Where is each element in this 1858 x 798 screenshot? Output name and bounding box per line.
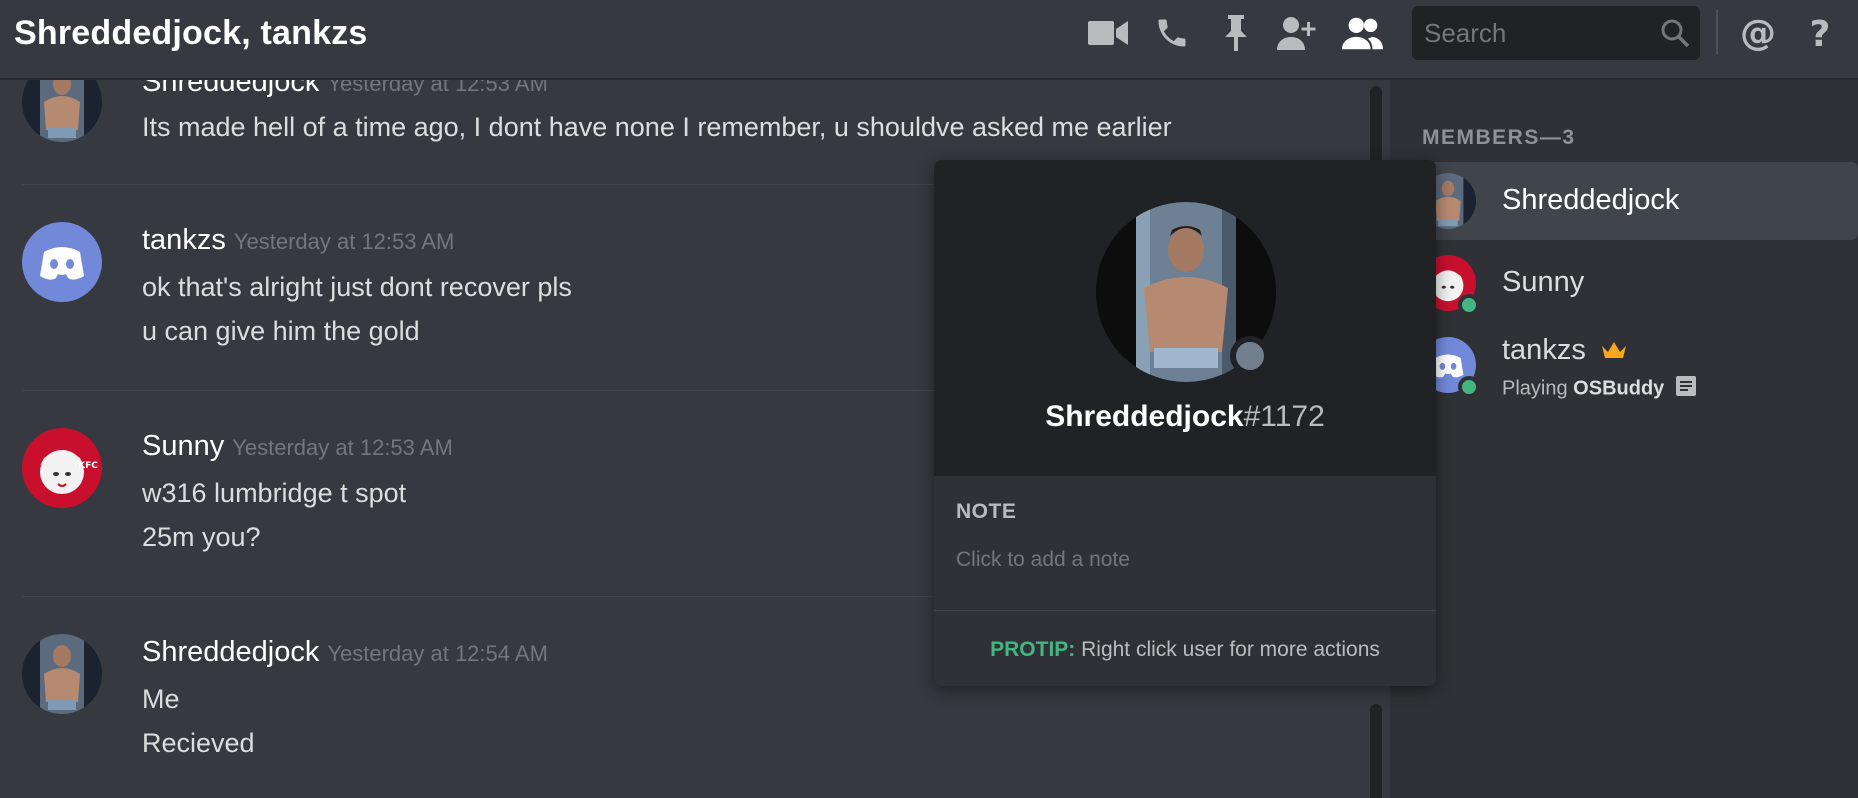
protip: PROTIP: Right click user for more action… (934, 638, 1436, 662)
message-author[interactable]: Shreddedjock Yesterday at 12:53 AM (142, 80, 548, 99)
message-timestamp: Yesterday at 12:53 AM (327, 80, 548, 96)
svg-text:@: @ (1740, 14, 1776, 52)
message-author[interactable]: Shreddedjock Yesterday at 12:54 AM (142, 636, 548, 669)
member-name-row: tankzs (1502, 334, 1626, 368)
message-text: ok that's alright just dont recover pls (142, 272, 572, 302)
message-author[interactable]: tankzs Yesterday at 12:53 AM (142, 224, 454, 257)
message-timestamp: Yesterday at 12:54 AM (327, 641, 548, 666)
avatar[interactable] (22, 634, 102, 714)
username: Shreddedjock (1045, 400, 1244, 433)
help-icon[interactable]: ? (1798, 14, 1842, 52)
popout-username[interactable]: Shreddedjock#1172 (934, 400, 1436, 434)
search-icon[interactable] (1660, 18, 1690, 53)
pin-icon[interactable] (1214, 14, 1258, 52)
channel-title: Shreddedjock, tankzs (14, 14, 368, 52)
popout-header: Shreddedjock#1172 (934, 160, 1436, 476)
popout-divider (934, 610, 1436, 611)
message-text: Recieved (142, 728, 255, 758)
members-icon[interactable] (1340, 14, 1384, 52)
rich-presence-icon[interactable] (1675, 376, 1696, 402)
note-label: NOTE (956, 500, 1017, 523)
svg-text:KFC: KFC (78, 461, 98, 471)
protip-text: Right click user for more actions (1075, 638, 1380, 661)
members-header: MEMBERS—3 (1422, 126, 1576, 149)
member-item-tankzs[interactable]: tankzs Playing OSBuddy (1412, 326, 1858, 404)
avatar[interactable]: KFC (22, 428, 102, 508)
message-timestamp: Yesterday at 12:53 AM (232, 435, 453, 460)
message-text: 25m you? (142, 522, 261, 552)
member-item-shreddedjock[interactable]: Shreddedjock (1412, 162, 1858, 240)
member-activity: Playing OSBuddy (1502, 376, 1696, 402)
mention-icon[interactable]: @ (1736, 14, 1780, 52)
member-name: tankzs (1502, 334, 1586, 366)
protip-label: PROTIP: (990, 638, 1076, 661)
search-input[interactable] (1424, 6, 1644, 60)
online-status-indicator (1458, 376, 1480, 398)
message-author[interactable]: Sunny Yesterday at 12:53 AM (142, 430, 453, 463)
scrollbar-thumb-lower[interactable] (1370, 704, 1382, 798)
member-name: Sunny (1502, 266, 1585, 298)
activity-prefix: Playing (1502, 377, 1568, 400)
discriminator: #1172 (1243, 400, 1325, 433)
message-text: u can give him the gold (142, 316, 420, 346)
author-name[interactable]: Shreddedjock (142, 80, 319, 98)
avatar[interactable] (22, 222, 102, 302)
search-box[interactable] (1412, 6, 1700, 60)
user-popout: Shreddedjock#1172 NOTE Click to add a no… (934, 160, 1436, 686)
channel-header: Shreddedjock, tankzs @ ? (0, 0, 1858, 80)
member-name: Shreddedjock (1502, 184, 1680, 216)
member-list: MEMBERS—3 Shreddedjock Sunny tankzs Play… (1390, 80, 1858, 798)
member-item-sunny[interactable]: Sunny (1412, 244, 1858, 322)
message-text: w316 lumbridge t spot (142, 478, 407, 508)
svg-text:?: ? (1810, 14, 1831, 52)
message-timestamp: Yesterday at 12:53 AM (233, 229, 455, 254)
discord-dm-window: Shreddedjock, tankzs @ ? (0, 0, 1858, 798)
offline-status-indicator (1230, 336, 1270, 376)
author-name[interactable]: tankzs (142, 224, 226, 256)
video-call-icon[interactable] (1086, 14, 1130, 52)
author-name[interactable]: Sunny (142, 430, 224, 462)
activity-game: OSBuddy (1573, 377, 1665, 400)
message-text: Me (142, 684, 180, 714)
online-status-indicator (1458, 294, 1480, 316)
note-input[interactable]: Click to add a note (956, 548, 1416, 572)
author-name[interactable]: Shreddedjock (142, 636, 319, 668)
header-divider (1716, 10, 1718, 54)
message-text: Its made hell of a time ago, I dont have… (142, 112, 1172, 142)
add-member-icon[interactable] (1276, 14, 1320, 52)
phone-icon[interactable] (1150, 14, 1194, 52)
avatar[interactable] (22, 80, 102, 142)
crown-icon (1601, 335, 1626, 368)
